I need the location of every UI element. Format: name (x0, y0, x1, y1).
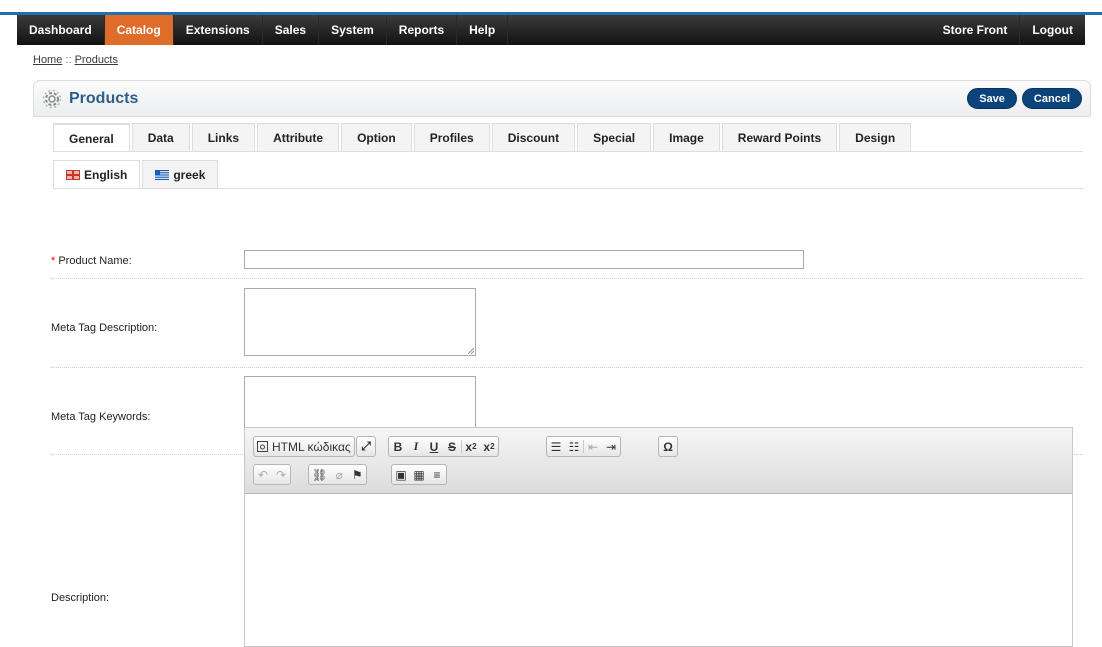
page-title-text: Products (69, 89, 139, 107)
numbered-list-icon[interactable]: ☰ (547, 437, 565, 456)
anchor-icon[interactable]: ⚑ (348, 465, 366, 484)
top-accent-line (0, 0, 1102, 16)
undo-icon[interactable]: ↶ (254, 465, 272, 484)
tab-option[interactable]: Option (341, 123, 412, 151)
menu-logout[interactable]: Logout (1020, 15, 1085, 45)
tab-design[interactable]: Design (839, 123, 912, 151)
menu-dashboard[interactable]: Dashboard (17, 15, 105, 45)
product-form-box: Products Save Cancel General Data Links … (33, 80, 1091, 647)
breadcrumb: Home :: Products (33, 54, 118, 66)
source-button-label: HTML κώδικας (272, 439, 351, 454)
tab-profiles[interactable]: Profiles (413, 123, 490, 151)
tab-special[interactable]: Special (577, 123, 652, 151)
source-group: HTML κώδικας (253, 436, 355, 457)
special-char-icon[interactable]: Ω (659, 437, 677, 456)
product-name-row: * Product Name: (51, 189, 1083, 279)
description-label: Description: (51, 592, 110, 604)
image-icon[interactable]: ▣ (392, 465, 410, 484)
breadcrumb-home[interactable]: Home (33, 54, 62, 66)
redo-icon[interactable]: ↷ (272, 465, 290, 484)
link-group: ⛓ ⌀ ⚑ (308, 464, 368, 485)
box-heading: Products Save Cancel (33, 80, 1091, 117)
strikethrough-icon[interactable]: S (443, 437, 461, 456)
source-icon (257, 441, 268, 452)
link-icon[interactable]: ⛓ (309, 465, 330, 484)
product-tabs: General Data Links Attribute Option Prof… (53, 123, 912, 152)
unlink-icon[interactable]: ⌀ (330, 465, 348, 484)
insert-group: ▣ ▦ ≡ (391, 464, 447, 485)
tab-discount[interactable]: Discount (491, 123, 576, 151)
product-name-label: * Product Name: (51, 255, 132, 267)
cancel-button[interactable]: Cancel (1021, 88, 1082, 109)
breadcrumb-separator: :: (62, 54, 75, 66)
gear-icon (42, 89, 62, 108)
tab-reward-points[interactable]: Reward Points (721, 123, 838, 151)
fullscreen-group: ⤢ (356, 436, 376, 457)
tab-links[interactable]: Links (191, 123, 256, 151)
editor-toolbar: HTML κώδικας ⤢ B I U S x2 x2 ☰ ☷ ⇤ ⇥ Ω ↶… (245, 428, 1072, 494)
underline-icon[interactable]: U (425, 437, 443, 456)
tab-divider (53, 151, 1083, 152)
tab-attribute[interactable]: Attribute (257, 123, 340, 151)
tab-data[interactable]: Data (131, 123, 190, 151)
list-group: ☰ ☷ ⇤ ⇥ (546, 436, 621, 457)
language-tabs: English greek (53, 160, 219, 188)
indent-icon[interactable]: ⇥ (602, 437, 620, 456)
horizontal-line-icon[interactable]: ≡ (428, 465, 446, 484)
product-name-input[interactable] (244, 250, 804, 269)
format-group: B I U S x2 x2 (388, 436, 499, 457)
meta-description-label: Meta Tag Description: (51, 322, 158, 334)
uk-flag-icon (66, 169, 80, 180)
menu-store-front[interactable]: Store Front (931, 15, 1021, 45)
meta-description-textarea[interactable] (244, 288, 476, 356)
menu-reports[interactable]: Reports (387, 15, 458, 45)
menu-help[interactable]: Help (457, 15, 509, 45)
bold-icon[interactable]: B (389, 437, 407, 456)
language-greek-label: greek (173, 167, 206, 182)
italic-icon[interactable]: I (407, 437, 425, 456)
save-button[interactable]: Save (967, 88, 1017, 109)
outdent-icon[interactable]: ⇤ (584, 437, 602, 456)
history-group: ↶ ↷ (253, 464, 291, 485)
page-title: Products (42, 89, 138, 109)
product-name-label-text: Product Name: (55, 255, 132, 267)
menu-catalog[interactable]: Catalog (104, 15, 174, 45)
meta-description-row: Meta Tag Description: (51, 279, 1083, 368)
source-button[interactable]: HTML κώδικας (254, 437, 354, 456)
superscript-icon[interactable]: x2 (480, 437, 498, 456)
fullscreen-icon[interactable]: ⤢ (357, 437, 375, 456)
description-editor: HTML κώδικας ⤢ B I U S x2 x2 ☰ ☷ ⇤ ⇥ Ω ↶… (244, 427, 1073, 647)
tab-language-english[interactable]: English (53, 160, 141, 188)
breadcrumb-products[interactable]: Products (75, 54, 118, 66)
tab-image[interactable]: Image (653, 123, 720, 151)
bulleted-list-icon[interactable]: ☷ (565, 437, 583, 456)
special-char-group: Ω (658, 436, 678, 457)
table-icon[interactable]: ▦ (410, 465, 428, 484)
language-english-label: English (84, 167, 128, 182)
editor-content-area[interactable] (245, 494, 1072, 644)
greek-flag-icon (155, 169, 170, 180)
tab-language-greek[interactable]: greek (142, 160, 219, 188)
menu-extensions[interactable]: Extensions (174, 15, 263, 45)
menu-sales[interactable]: Sales (263, 15, 320, 45)
tab-general[interactable]: General (53, 123, 130, 152)
main-menu-bar: Dashboard Catalog Extensions Sales Syste… (17, 15, 1085, 45)
menu-system[interactable]: System (319, 15, 387, 45)
subscript-icon[interactable]: x2 (462, 437, 480, 456)
meta-keywords-label: Meta Tag Keywords: (51, 411, 151, 423)
